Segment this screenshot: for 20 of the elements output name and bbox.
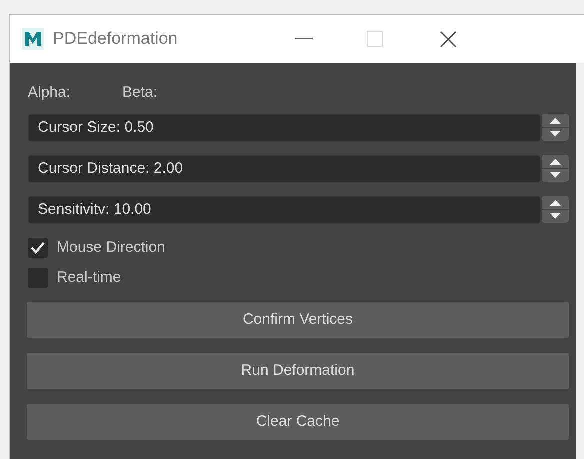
field-label: Beta: [122,82,158,103]
window-title: PDEdeformation [53,28,178,50]
field-label: Alpha: [28,82,71,103]
checkbox[interactable] [28,268,48,288]
spin-field[interactable]: Cursor Size: 0.50 [28,114,541,142]
app-logo-icon [22,28,44,50]
action-button[interactable]: Clear Cache [27,404,569,440]
check-icon [31,242,45,254]
spin-arrows[interactable] [542,114,569,142]
checkbox-label: Mouse Direction [57,238,166,258]
action-button[interactable]: Run Deformation [27,353,569,389]
close-icon[interactable] [440,30,457,48]
minimize-icon[interactable] [294,38,313,40]
spin-arrows[interactable] [542,196,569,224]
spin-field[interactable]: Sensitivitv: 10.00 [28,196,541,224]
spin-arrows[interactable] [542,155,569,183]
spin-field[interactable]: Cursor Distance: 2.00 [28,155,541,183]
checkbox-label: Real-time [57,268,122,288]
checkbox[interactable] [28,238,48,258]
action-button[interactable]: Confirm Vertices [27,302,569,338]
